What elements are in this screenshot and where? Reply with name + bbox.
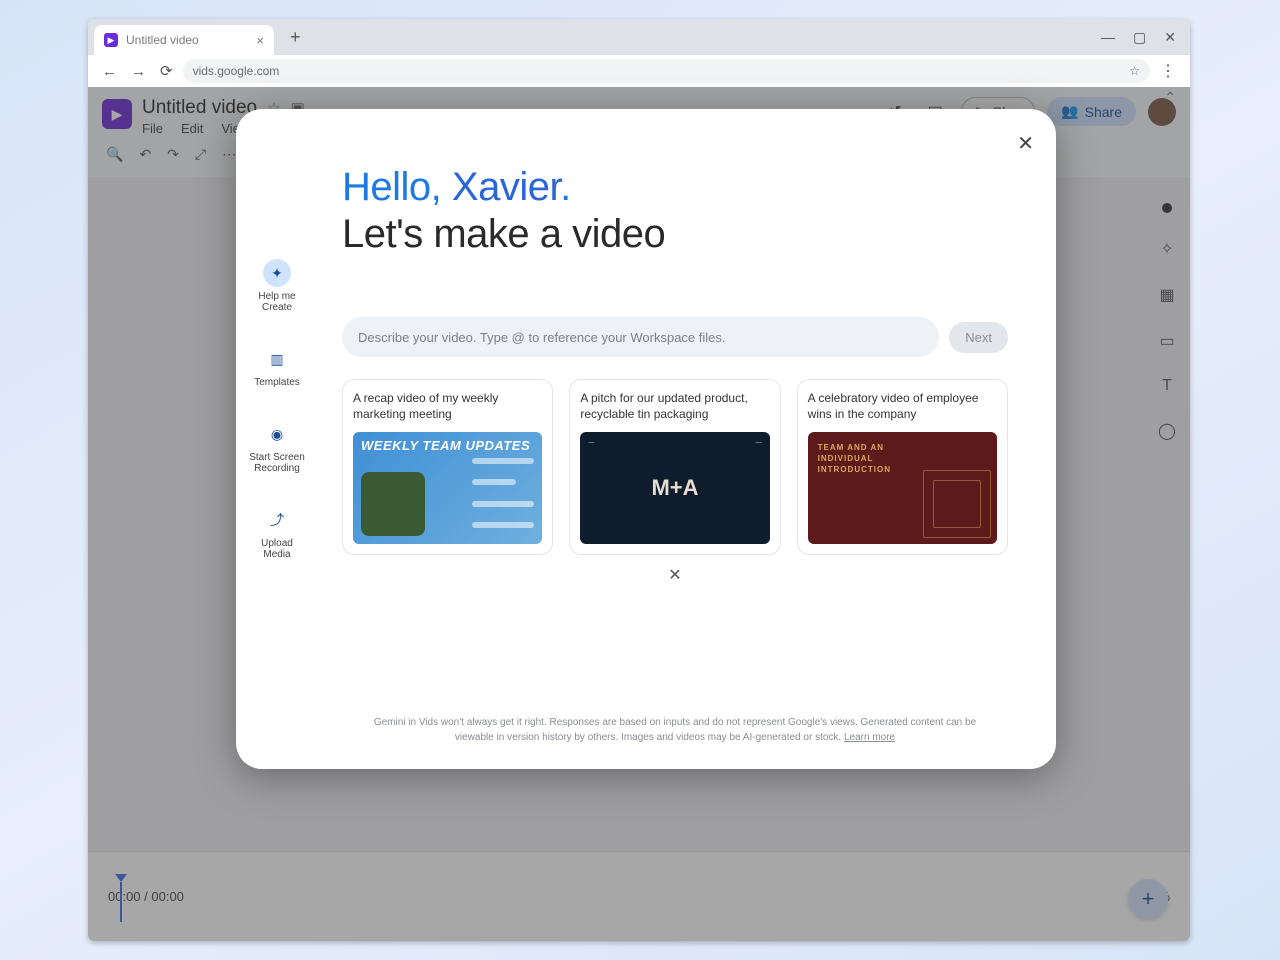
address-bar: ← → ⟳ vids.google.com ☆ ⋮ (88, 55, 1190, 87)
url-field[interactable]: vids.google.com ☆ (183, 59, 1150, 83)
forward-icon[interactable]: → (127, 59, 150, 84)
sidebar-item-label: Templates (254, 377, 300, 388)
templates-icon: ▥ (263, 345, 291, 373)
suggestion-card-1[interactable]: A recap video of my weekly marketing mee… (342, 379, 553, 555)
help-me-create-modal: ✦ Help me Create ▥ Templates ◉ Start Scr… (236, 109, 1056, 769)
subtitle: Let's make a video (342, 212, 1008, 257)
sidebar-item-help-me-create[interactable]: ✦ Help me Create (247, 259, 307, 313)
spark-icon: ✦ (263, 259, 291, 287)
thumb-headline: M+A (651, 475, 698, 501)
new-tab-button[interactable]: + (282, 23, 309, 52)
reload-icon[interactable]: ⟳ (156, 58, 177, 84)
card-thumbnail: —— M+A (580, 432, 769, 544)
decorative-grid (917, 464, 997, 544)
shuffle-suggestions-icon[interactable]: ✕ (668, 565, 681, 585)
suggestion-cards: A recap video of my weekly marketing mee… (342, 379, 1008, 555)
sidebar-item-label: Upload Media (247, 538, 307, 560)
browser-tab[interactable]: ▶ Untitled video × (94, 25, 274, 55)
person-photo-placeholder (361, 472, 425, 536)
card-thumbnail: WEEKLY TEAM UPDATES (353, 432, 542, 544)
browser-window: ▶ Untitled video × + — ▢ ✕ ← → ⟳ vids.go… (88, 19, 1190, 941)
modal-main: ✕ Hello, Xavier. Let's make a video Desc… (318, 109, 1056, 769)
card-title: A recap video of my weekly marketing mee… (353, 390, 542, 424)
card-title: A pitch for our updated product, recycla… (580, 390, 769, 424)
greeting: Hello, Xavier. (342, 165, 1008, 210)
minimize-icon[interactable]: — (1101, 29, 1115, 46)
sidebar-item-templates[interactable]: ▥ Templates (247, 345, 307, 388)
window-close-icon[interactable]: ✕ (1164, 29, 1176, 46)
window-controls: — ▢ ✕ (1101, 29, 1184, 46)
sidebar-item-screen-recording[interactable]: ◉ Start Screen Recording (247, 420, 307, 474)
suggestion-card-3[interactable]: A celebratory video of employee wins in … (797, 379, 1008, 555)
card-title: A celebratory video of employee wins in … (808, 390, 997, 424)
greeting-prefix: Hello, (342, 165, 452, 209)
thumb-headline: TEAM AND AN INDIVIDUAL INTRODUCTION (818, 442, 891, 476)
disclaimer: Gemini in Vids won't always get it right… (342, 715, 1008, 745)
thumb-topstrip: —— (580, 440, 769, 450)
next-button[interactable]: Next (949, 322, 1008, 353)
modal-sidebar: ✦ Help me Create ▥ Templates ◉ Start Scr… (236, 109, 318, 769)
suggestion-card-2[interactable]: A pitch for our updated product, recycla… (569, 379, 780, 555)
vids-favicon: ▶ (104, 33, 118, 47)
greeting-name: Xavier (452, 165, 560, 209)
modal-close-icon[interactable]: ✕ (1017, 131, 1034, 156)
tab-close-icon[interactable]: × (256, 33, 264, 48)
record-icon: ◉ (263, 420, 291, 448)
sidebar-item-label: Start Screen Recording (247, 452, 307, 474)
tab-title: Untitled video (126, 33, 199, 47)
overflow-menu-icon[interactable]: ⋮ (1156, 61, 1180, 81)
greeting-suffix: . (560, 165, 571, 209)
learn-more-link[interactable]: Learn more (844, 732, 895, 743)
prompt-placeholder: Describe your video. Type @ to reference… (358, 330, 726, 345)
text-lines-placeholder (472, 450, 534, 536)
sidebar-item-upload-media[interactable]: ⤴ Upload Media (247, 506, 307, 560)
maximize-icon[interactable]: ▢ (1133, 29, 1146, 46)
bookmark-star-icon[interactable]: ☆ (1129, 64, 1140, 78)
prompt-input[interactable]: Describe your video. Type @ to reference… (342, 317, 939, 357)
next-label: Next (965, 330, 992, 345)
card-thumbnail: TEAM AND AN INDIVIDUAL INTRODUCTION (808, 432, 997, 544)
url-text: vids.google.com (193, 64, 280, 78)
tab-bar: ▶ Untitled video × + — ▢ ✕ (88, 19, 1190, 55)
sidebar-item-label: Help me Create (247, 291, 307, 313)
upload-icon: ⤴ (263, 506, 291, 534)
back-icon[interactable]: ← (98, 59, 121, 84)
